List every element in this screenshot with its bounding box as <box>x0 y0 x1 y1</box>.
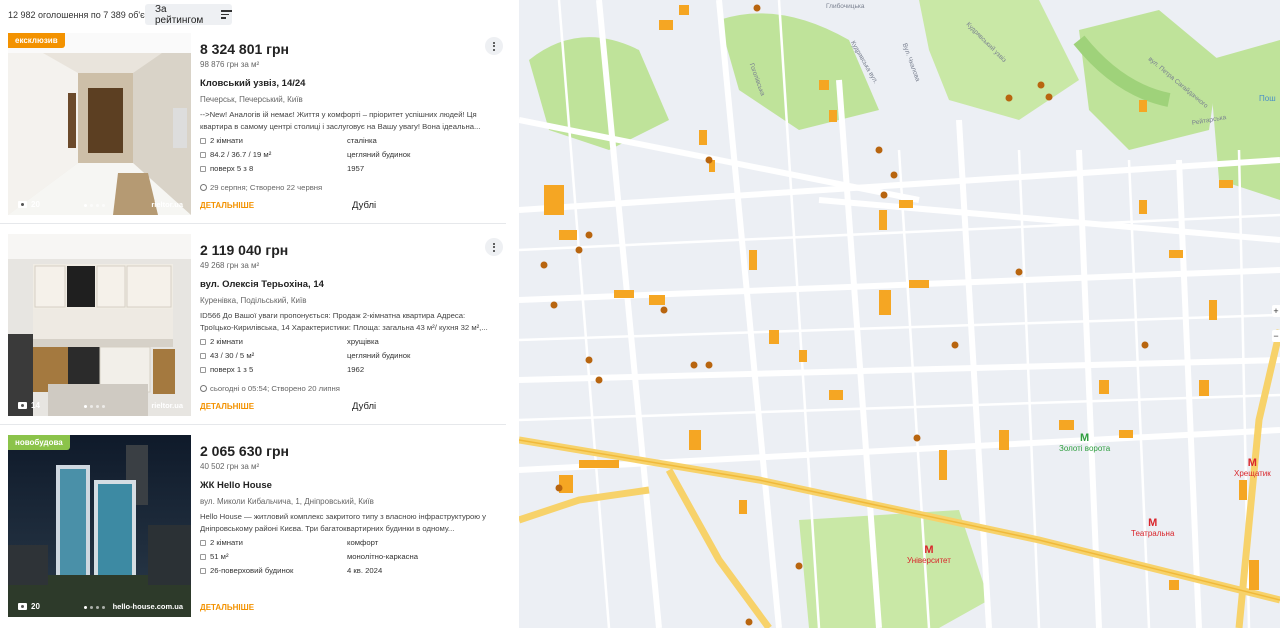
listing-description: -->New! Аналогів ій немає! Життя у комфо… <box>200 110 481 131</box>
details-link[interactable]: ДЕТАЛЬНІШЕ <box>200 603 254 612</box>
floor-icon <box>200 366 206 373</box>
metro-station[interactable]: M Театральна <box>1131 517 1174 539</box>
floor-feature: поверх 5 з 8 <box>200 164 253 173</box>
rooms-feature: 2 кімнати <box>200 538 243 547</box>
photo-count: 20 <box>18 200 40 209</box>
listing-date: сьогодні о 05:54; Створено 20 липня <box>200 384 340 393</box>
listings-panel: 12 982 оголошення по 7 389 об'єктах За р… <box>0 0 519 628</box>
listing-title[interactable]: Кловський узвіз, 14/24 <box>200 78 305 89</box>
area-feature: 51 м² <box>200 552 229 561</box>
listing-date: 29 серпня; Створено 22 червня <box>200 183 322 192</box>
rooms-icon <box>200 539 206 546</box>
photo-count: 14 <box>18 401 40 410</box>
floor-feature: поверх 1 з 5 <box>200 365 253 374</box>
building-type-feature: сталінка <box>347 136 377 145</box>
watermark: rieltor.ua <box>151 401 183 410</box>
area-feature: 43 / 30 / 5 м² <box>200 351 254 360</box>
rooms-feature: 2 кімнати <box>200 337 243 346</box>
building-type-feature: хрущівка <box>347 337 379 346</box>
listing-card[interactable]: ексклюзив 20 rieltor.ua 8 324 801 грн 98… <box>0 28 519 224</box>
price-per-m2: 40 502 грн за м² <box>200 462 260 471</box>
listing-card[interactable]: новобудова 20 hello-house.com.ua 2 065 6… <box>0 430 519 626</box>
building-render-photo <box>8 435 191 617</box>
clock-icon <box>200 385 207 392</box>
zoom-out-button[interactable]: − <box>1272 330 1280 342</box>
photo-pagination[interactable] <box>84 606 105 609</box>
more-options-icon[interactable] <box>485 238 503 256</box>
camera-icon <box>18 201 27 208</box>
listing-description: ID566 До Вашої уваги пропонується: Прода… <box>200 311 488 332</box>
wall-type-feature: монолітно-каркасна <box>347 552 418 561</box>
completion-feature: 4 кв. 2024 <box>347 566 383 575</box>
listing-badge: ексклюзив <box>8 33 65 48</box>
kitchen-photo <box>8 234 191 416</box>
street-label: Глибочицька <box>826 3 865 10</box>
listing-location: вул. Миколи Кибальчича, 1, Дніпровський,… <box>200 497 374 506</box>
metro-station[interactable]: M Університет <box>907 544 951 566</box>
metro-icon: M <box>924 544 934 556</box>
metro-icon: M <box>1079 432 1090 444</box>
listing-info: 2 119 040 грн 49 268 грн за м² вул. Олек… <box>200 229 510 425</box>
year-feature: 1962 <box>347 365 365 374</box>
results-count: 12 982 оголошення по 7 389 об'єктах <box>8 10 163 20</box>
details-link[interactable]: ДЕТАЛЬНІШЕ <box>200 201 254 210</box>
listing-info: 8 324 801 грн 98 876 грн за м² Кловський… <box>200 28 510 224</box>
year-feature: 1957 <box>347 164 365 173</box>
details-link[interactable]: ДЕТАЛЬНІШЕ <box>200 402 254 411</box>
class-feature: комфорт <box>347 538 379 547</box>
hallway-photo <box>8 33 191 215</box>
panel-scroll-gutter <box>506 0 519 628</box>
camera-icon <box>18 603 27 610</box>
listing-photo[interactable]: ексклюзив 20 rieltor.ua <box>8 33 191 215</box>
more-options-icon[interactable] <box>485 37 503 55</box>
rooms-icon <box>200 137 206 144</box>
duplicates-link[interactable]: Дублі <box>352 200 376 211</box>
floor-icon <box>200 165 206 172</box>
floors-feature: 26-поверховий будинок <box>200 566 293 575</box>
listing-title[interactable]: ЖК Hello House <box>200 480 272 491</box>
listing-price: 2 065 630 грн <box>200 443 290 459</box>
listing-badge: новобудова <box>8 435 70 450</box>
wall-type-feature: цегляний будинок <box>347 351 411 360</box>
listing-price: 2 119 040 грн <box>200 242 289 258</box>
metro-station[interactable]: M Золоті ворота <box>1059 432 1110 454</box>
duplicates-link[interactable]: Дублі <box>352 401 376 412</box>
camera-icon <box>18 402 27 409</box>
zoom-in-button[interactable]: + <box>1272 305 1280 317</box>
rooms-icon <box>200 338 206 345</box>
listing-title[interactable]: вул. Олексія Терьохіна, 14 <box>200 279 324 290</box>
photo-pagination[interactable] <box>84 405 105 408</box>
listing-description: Hello House — житловий комплекс закритог… <box>200 512 487 533</box>
photo-count: 20 <box>18 602 40 611</box>
wall-type-feature: цегляний будинок <box>347 150 411 159</box>
listing-photo[interactable]: новобудова 20 hello-house.com.ua <box>8 435 191 617</box>
watermark: hello-house.com.ua <box>112 602 183 611</box>
listing-card[interactable]: 14 rieltor.ua 2 119 040 грн 49 268 грн з… <box>0 229 519 425</box>
listing-location: Куренівка, Подільський, Київ <box>200 296 307 305</box>
metro-icon: M <box>1148 517 1158 529</box>
map-view[interactable]: Глибочицька Кудрявська вул. Гоголівська … <box>519 0 1280 628</box>
metro-station[interactable]: M Хрещатик <box>1234 457 1271 479</box>
area-icon <box>200 553 206 560</box>
area-feature: 84.2 / 36.7 / 19 м² <box>200 150 271 159</box>
listing-info: 2 065 630 грн 40 502 грн за м² ЖК Hello … <box>200 430 510 626</box>
clock-icon <box>200 184 207 191</box>
watermark: rieltor.ua <box>151 200 183 209</box>
area-icon <box>200 151 206 158</box>
listing-photo[interactable]: 14 rieltor.ua <box>8 234 191 416</box>
photo-pagination[interactable] <box>84 204 105 207</box>
listing-location: Печерськ, Печерський, Київ <box>200 95 303 104</box>
price-per-m2: 98 876 грн за м² <box>200 60 260 69</box>
rooms-feature: 2 кімнати <box>200 136 243 145</box>
metro-icon: M <box>1247 457 1257 469</box>
map-edge-label: Пош <box>1259 94 1276 103</box>
sort-dropdown-button[interactable]: За рейтингом <box>145 3 232 26</box>
listing-price: 8 324 801 грн <box>200 41 290 57</box>
sort-label: За рейтингом <box>155 3 204 26</box>
price-per-m2: 49 268 грн за м² <box>200 261 260 270</box>
sort-icon <box>221 10 232 19</box>
area-icon <box>200 352 206 359</box>
floor-icon <box>200 567 206 574</box>
